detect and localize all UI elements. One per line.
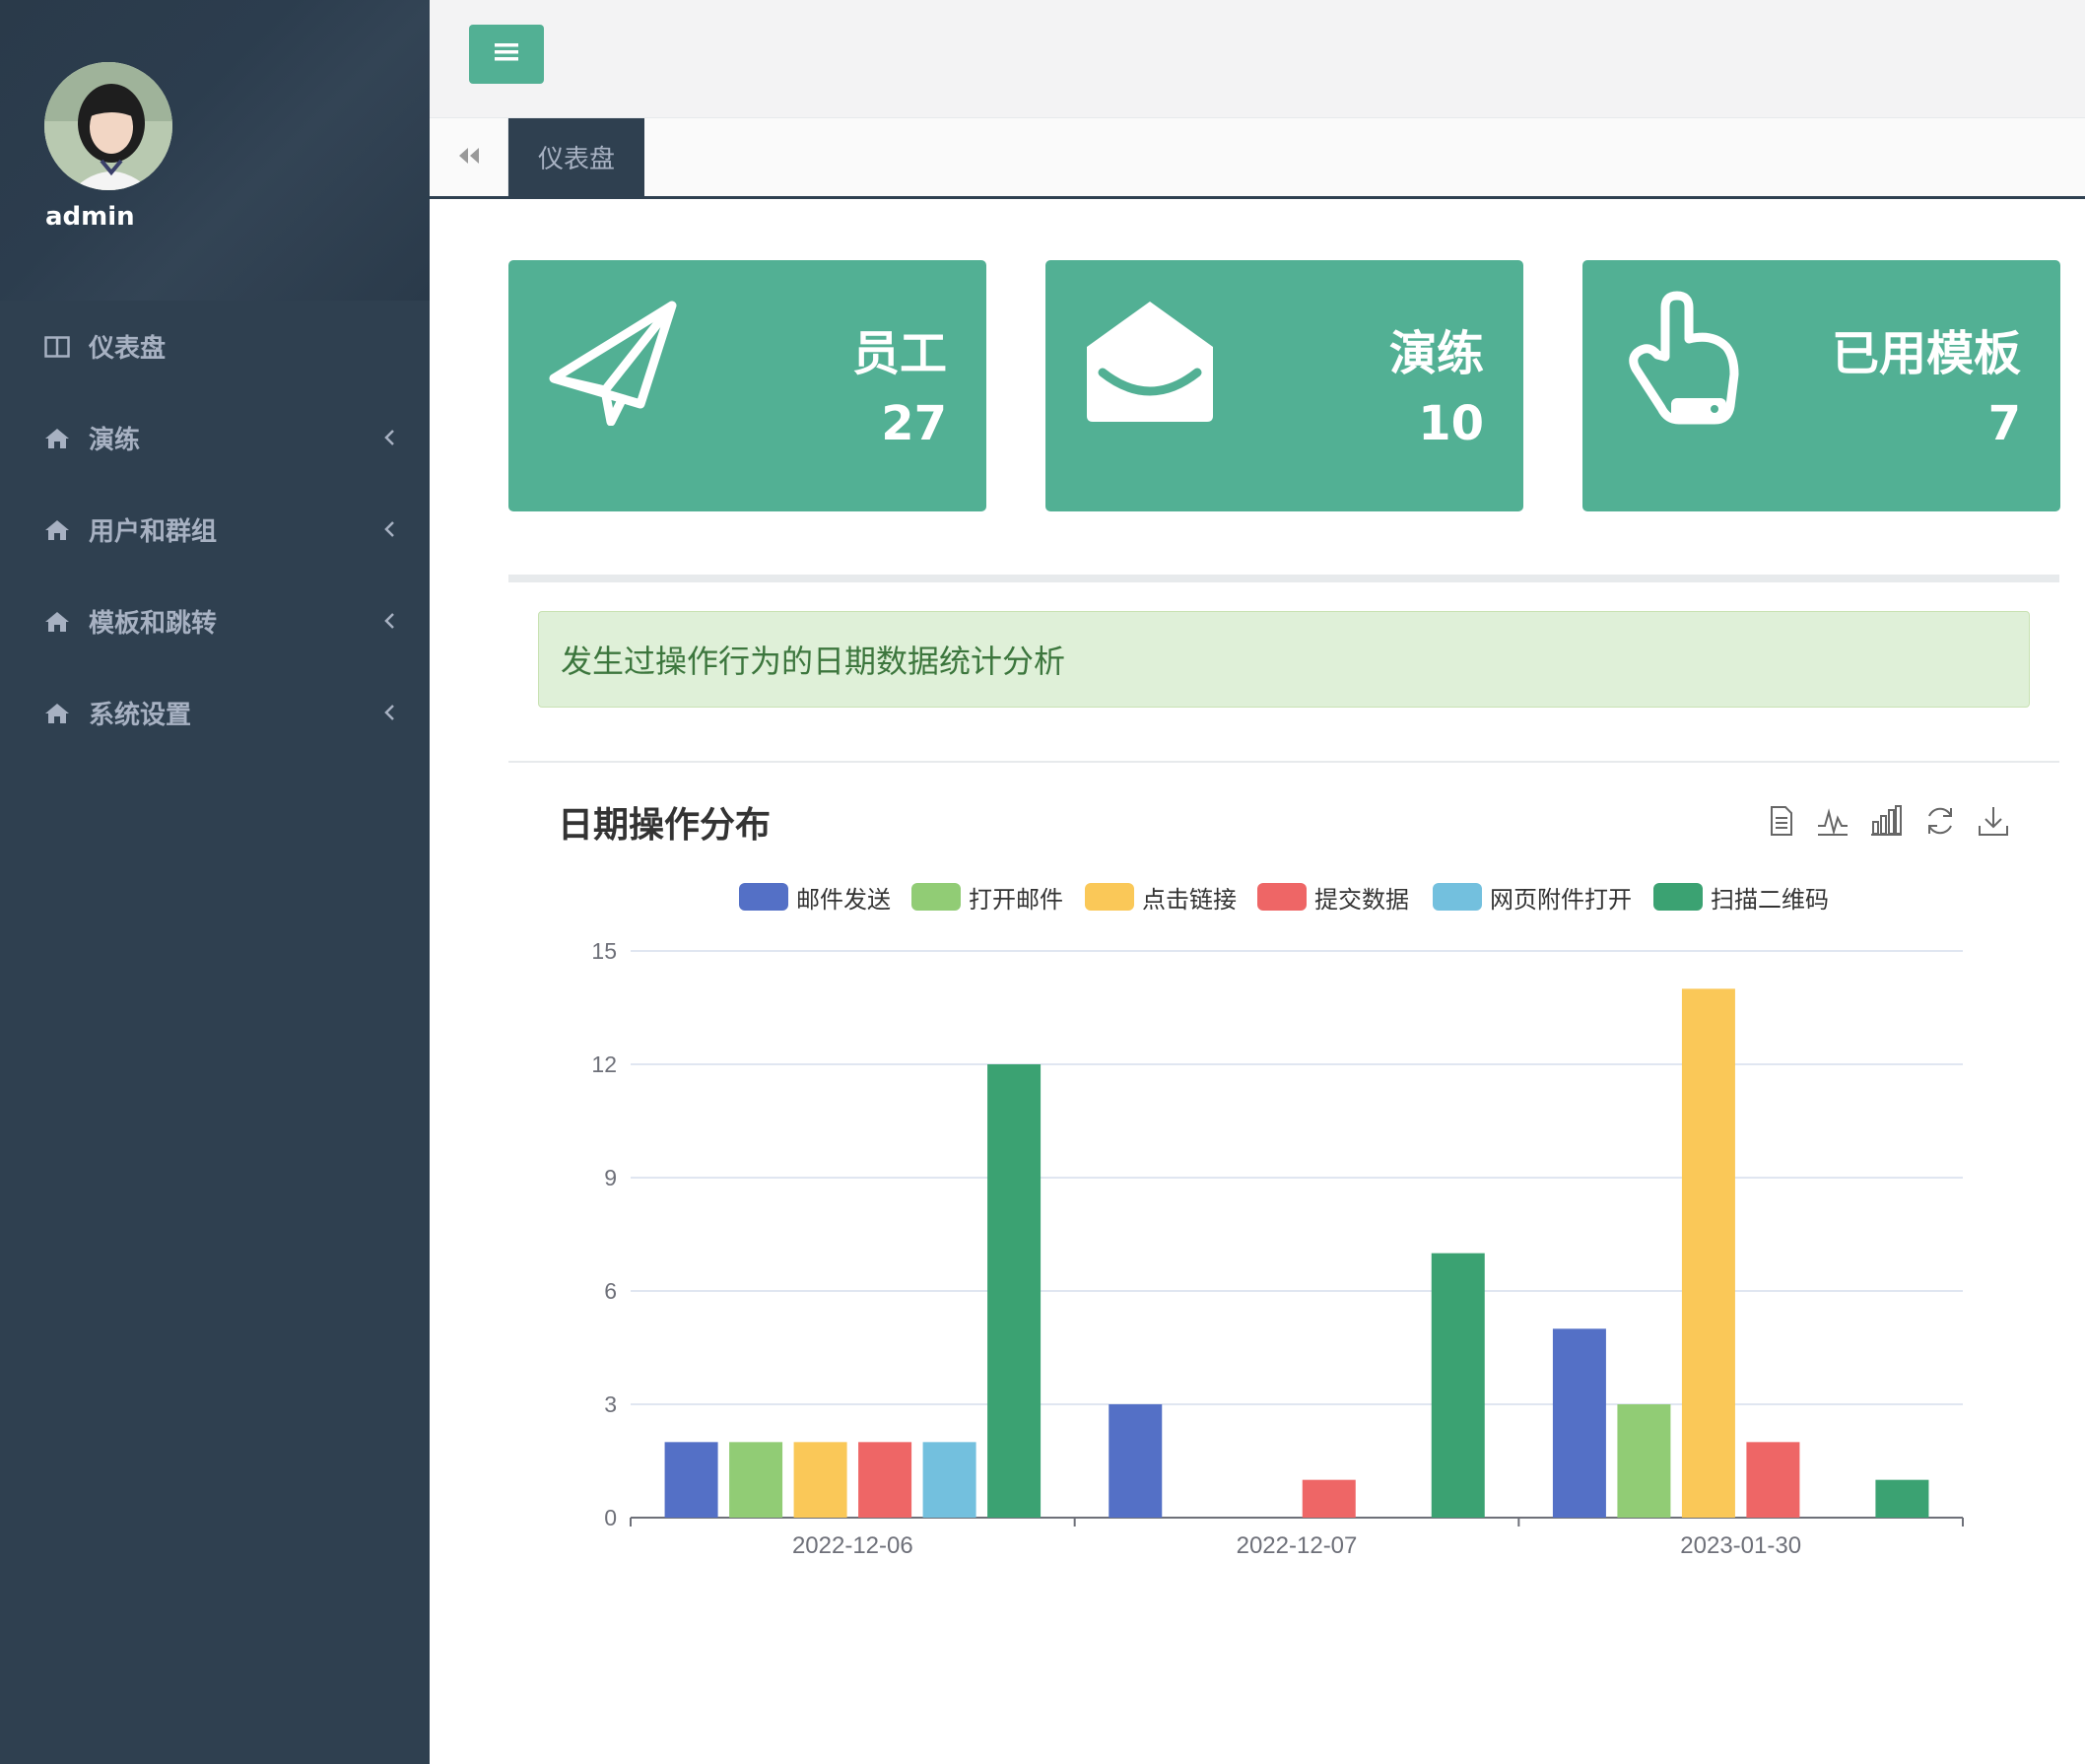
- bar: [922, 1442, 976, 1518]
- y-tick-label: 0: [604, 1505, 617, 1530]
- bar: [1109, 1404, 1163, 1518]
- y-tick-label: 15: [591, 938, 617, 964]
- bar: [1617, 1404, 1671, 1518]
- bar-chart: 0 3 6 9 12 15 2022-12-06 2022-12-07 2023-01-30: [591, 938, 1964, 1559]
- y-tick-label: 6: [604, 1278, 617, 1304]
- x-tick-label: 2022-12-06: [792, 1532, 913, 1559]
- bar: [1431, 1253, 1485, 1518]
- bar: [664, 1442, 718, 1518]
- bar: [729, 1442, 783, 1518]
- y-tick-label: 12: [591, 1052, 617, 1077]
- bar: [793, 1442, 847, 1518]
- x-tick-label: 2023-01-30: [1680, 1532, 1801, 1559]
- bar: [1875, 1479, 1929, 1518]
- y-tick-label: 3: [604, 1391, 617, 1417]
- x-tick-label: 2022-12-07: [1237, 1532, 1358, 1559]
- bar: [1681, 988, 1735, 1518]
- bar: [987, 1064, 1042, 1518]
- bar: [1302, 1479, 1356, 1518]
- bar: [1552, 1328, 1606, 1518]
- bar: [858, 1442, 912, 1518]
- y-tick-label: 9: [604, 1165, 617, 1190]
- bar: [1746, 1442, 1800, 1518]
